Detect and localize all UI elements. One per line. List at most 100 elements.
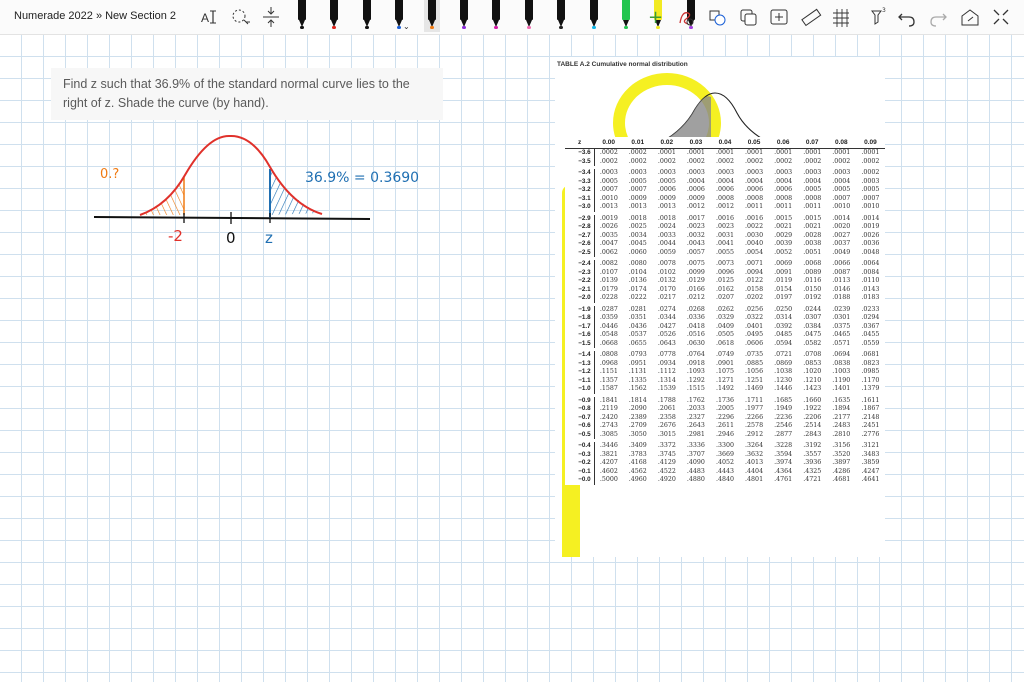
probability-cell: .0002 xyxy=(745,157,764,165)
z-value-cell: −2.8 xyxy=(565,223,595,232)
probability-cell: .0985 xyxy=(861,368,880,375)
z-value-cell: −2.5 xyxy=(565,248,595,257)
copy-format-icon[interactable] xyxy=(736,3,760,31)
probability-cell: .1469 xyxy=(745,385,764,392)
probability-cell: .4960 xyxy=(628,476,647,483)
close-icon[interactable] xyxy=(989,3,1013,31)
probability-cell: .0951 xyxy=(628,359,647,367)
probability-cell: .2877 xyxy=(774,430,793,438)
pen-pink[interactable] xyxy=(521,0,537,32)
probability-cell: .0516 xyxy=(686,331,705,338)
probability-cell: .0006 xyxy=(774,186,793,193)
probability-cell: .0351 xyxy=(628,314,647,321)
probability-cell: .0002 xyxy=(628,157,647,165)
probability-cell: .0179 xyxy=(599,285,618,293)
probability-cell: .0606 xyxy=(745,339,764,347)
probability-cell: .0002 xyxy=(599,149,618,156)
probability-cell: .0630 xyxy=(686,339,705,347)
probability-cell: .3707 xyxy=(686,450,705,458)
table-row: −0.2 .4207 .4168 .4129 .4090 .4052 .4013 .3974.… xyxy=(565,459,885,468)
question-box[interactable]: Find z such that 36.9% of the standard n… xyxy=(51,68,443,120)
probability-cell: .1151 xyxy=(599,368,618,375)
highlighter-green[interactable] xyxy=(618,0,634,32)
probability-cell: .1814 xyxy=(628,396,647,404)
probability-cell: .2389 xyxy=(628,413,647,421)
probability-cell: .0028 xyxy=(803,231,822,239)
probability-cell: .0401 xyxy=(745,322,764,330)
share-icon[interactable] xyxy=(958,3,982,31)
chevron-down-icon[interactable]: ⌄ xyxy=(403,22,410,31)
probability-cell: .0006 xyxy=(657,186,676,193)
z-value-cell: −2.9 xyxy=(565,214,595,223)
probability-cell: .0002 xyxy=(861,157,880,165)
probability-cell: .4168 xyxy=(628,459,647,466)
probability-cell: .0002 xyxy=(861,169,880,176)
breadcrumb[interactable]: Numerade 2022 » New Section 2 xyxy=(14,10,176,22)
probability-cell: .0001 xyxy=(715,149,734,156)
probability-cell: .3446 xyxy=(599,442,618,449)
math-icon[interactable] xyxy=(767,3,791,31)
pen-black-2[interactable] xyxy=(359,0,375,32)
probability-cell: .0091 xyxy=(774,268,793,276)
lasso-select-icon[interactable] xyxy=(228,3,252,31)
pen-cyan[interactable] xyxy=(586,0,602,32)
probability-cell: .0344 xyxy=(657,314,676,321)
table-row: −0.4 .3446 .3409 .3372 .3336 .3300 .3264 .3228.… xyxy=(565,442,885,451)
text-select-icon[interactable]: A xyxy=(198,3,222,31)
probability-cell: .0582 xyxy=(803,339,822,347)
probability-cell: .0002 xyxy=(599,157,618,165)
probability-cell: .0655 xyxy=(628,339,647,347)
notebook-canvas[interactable]: Find z such that 36.9% of the standard n… xyxy=(0,35,1024,682)
hand-drawn-normal-curve[interactable]: 0.? 36.9% = 0.3690 -2 0 z xyxy=(80,115,480,295)
shapes-icon[interactable] xyxy=(705,3,729,31)
pen-black[interactable] xyxy=(294,0,310,32)
probability-cell: .2709 xyxy=(628,422,647,429)
pen-red[interactable] xyxy=(326,0,342,32)
right-area-label: 36.9% = 0.3690 xyxy=(305,170,419,186)
probability-cell: .0062 xyxy=(599,248,618,256)
probability-cell: .0001 xyxy=(745,149,764,156)
probability-cell: .2578 xyxy=(745,422,764,429)
probability-cell: .0154 xyxy=(774,285,793,293)
z-value-cell: −1.4 xyxy=(565,351,595,360)
pen-orange[interactable] xyxy=(423,0,440,32)
convert-ink-icon[interactable] xyxy=(674,3,698,31)
table-row: −2.0 .0228 .0222 .0217 .0212 .0207 .0202 .0197.… xyxy=(565,294,885,303)
probability-cell: .0548 xyxy=(599,331,618,338)
probability-cell: .4681 xyxy=(832,476,851,483)
probability-cell: .1977 xyxy=(745,405,764,412)
probability-cell: .0006 xyxy=(686,186,705,193)
probability-cell: .0015 xyxy=(774,214,793,222)
pen-magenta[interactable] xyxy=(488,0,504,32)
probability-cell: .2451 xyxy=(861,422,880,429)
undo-icon[interactable] xyxy=(895,3,919,31)
insert-space-icon[interactable] xyxy=(259,3,283,31)
probability-cell: .0007 xyxy=(599,186,618,193)
zoom-to-fit-icon[interactable]: 3 xyxy=(864,3,888,31)
probability-cell: .0002 xyxy=(774,157,793,165)
probability-cell: .0020 xyxy=(832,223,851,230)
probability-cell: .0116 xyxy=(803,277,822,284)
probability-cell: .0019 xyxy=(599,214,618,222)
pen-purple[interactable] xyxy=(456,0,472,32)
probability-cell: .3745 xyxy=(657,450,676,458)
table-row: −1.8 .0359 .0351 .0344 .0336 .0329 .0322 .0314.… xyxy=(565,314,885,323)
probability-cell: .0054 xyxy=(745,248,764,256)
axis-line xyxy=(93,216,371,220)
probability-cell: .2514 xyxy=(803,422,822,429)
table-row: −3.2 .0007 .0007 .0006 .0006 .0006 .0006 .0006.… xyxy=(565,186,885,195)
probability-cell: .0002 xyxy=(832,157,851,165)
probability-cell: .0003 xyxy=(599,169,618,176)
grid-icon[interactable] xyxy=(829,3,853,31)
probability-cell: .0096 xyxy=(715,268,734,276)
probability-cell: .2090 xyxy=(628,405,647,412)
probability-cell: .0139 xyxy=(599,277,618,284)
probability-cell: .2236 xyxy=(774,413,793,421)
add-pen-button[interactable]: + xyxy=(643,3,667,31)
pen-dark[interactable] xyxy=(553,0,569,32)
redo-icon[interactable] xyxy=(926,3,950,31)
probability-cell: .0735 xyxy=(745,351,764,358)
table-row: −0.8 .2119 .2090 .2061 .2033 .2005 .1977 .1949.… xyxy=(565,405,885,414)
table-row: −1.3 .0968 .0951 .0934 .0918 .0901 .0885 .0869.… xyxy=(565,359,885,368)
ruler-icon[interactable] xyxy=(799,3,823,31)
